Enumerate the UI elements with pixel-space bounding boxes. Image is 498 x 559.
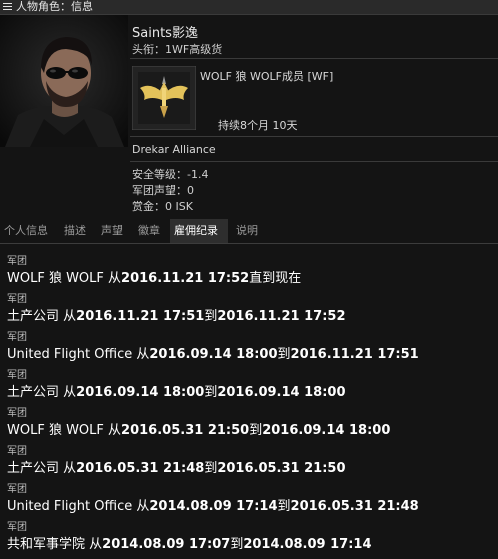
list-item: 军团 United Flight Office 从2014.08.09 17:1…	[0, 475, 498, 514]
entry-start: 2016.05.31 21:48	[76, 461, 205, 476]
corporation-duration: 持续8个月 10天	[218, 119, 298, 132]
entry-end: 2016.05.31 21:48	[290, 499, 419, 514]
entry-kind: 军团	[7, 256, 27, 267]
entry-start: 2016.09.14 18:00	[149, 347, 278, 362]
entry-from: 从	[63, 309, 77, 324]
window-titlebar: 人物角色：信息	[0, 0, 498, 15]
entry-from: 从	[136, 347, 150, 362]
entry-from: 从	[108, 271, 122, 286]
list-item: 军团 土产公司 从2016.11.21 17:51到2016.11.21 17:…	[0, 285, 498, 324]
entry-corp[interactable]: 土产公司	[7, 309, 59, 324]
bounty: 赏金：0 ISK	[132, 200, 193, 213]
security-status: 安全等级：-1.4	[132, 168, 209, 181]
entry-text: United Flight Office 从2014.08.09 17:14到2…	[7, 495, 419, 514]
pilot-portrait[interactable]	[0, 15, 128, 147]
entry-text: 土产公司 从2016.11.21 17:51到2016.11.21 17:52	[7, 305, 346, 324]
entry-end: 2016.09.14 18:00	[217, 385, 346, 400]
menu-icon[interactable]	[3, 0, 13, 14]
entry-from: 从	[136, 499, 150, 514]
entry-kind: 军团	[7, 332, 27, 343]
entry-start: 2016.09.14 18:00	[76, 385, 205, 400]
alliance-name[interactable]: Drekar Alliance	[132, 143, 216, 156]
tab-bar: 个人信息 描述 声望 徽章 雇佣纪录 说明	[0, 219, 498, 244]
entry-to: 到	[277, 347, 291, 362]
tab-personal-info[interactable]: 个人信息	[0, 219, 52, 243]
entry-kind: 军团	[7, 370, 27, 381]
entry-text: 共和军事学院 从2014.08.09 17:07到2014.08.09 17:1…	[7, 533, 372, 552]
entry-corp[interactable]: WOLF 狼 WOLF	[7, 423, 104, 438]
entry-end: 2016.11.21 17:51	[290, 347, 419, 362]
corp-standing: 军团声望：0	[132, 184, 194, 197]
entry-text: United Flight Office 从2016.09.14 18:00到2…	[7, 343, 419, 362]
pilot-name[interactable]: Saints影逸	[132, 22, 198, 41]
entry-to: 直到现在	[249, 271, 302, 286]
entry-start: 2016.11.21 17:51	[76, 309, 205, 324]
tab-employment-history[interactable]: 雇佣纪录	[170, 219, 228, 243]
entry-start: 2016.11.21 17:52	[121, 271, 250, 286]
entry-from: 从	[108, 423, 122, 438]
list-item: 军团 WOLF 狼 WOLF 从2016.05.31 21:50到2016.09…	[0, 399, 498, 438]
list-item: 军团 土产公司 从2016.05.31 21:48到2016.05.31 21:…	[0, 437, 498, 476]
entry-end: 2014.08.09 17:14	[243, 537, 372, 552]
entry-start: 2014.08.09 17:07	[102, 537, 231, 552]
entry-corp[interactable]: 共和军事学院	[7, 537, 85, 552]
entry-end: 2016.11.21 17:52	[217, 309, 346, 324]
entry-kind: 军团	[7, 294, 27, 305]
entry-text: 土产公司 从2016.05.31 21:48到2016.05.31 21:50	[7, 457, 346, 476]
entry-corp[interactable]: United Flight Office	[7, 499, 132, 514]
entry-from: 从	[63, 385, 77, 400]
eagle-icon	[131, 65, 197, 131]
list-item: 军团 WOLF 狼 WOLF 从2016.11.21 17:52直到现在	[0, 247, 498, 286]
entry-to: 到	[249, 423, 263, 438]
entry-end: 2016.05.31 21:50	[217, 461, 346, 476]
pilot-portrait-image	[0, 15, 128, 147]
entry-kind: 军团	[7, 522, 27, 533]
tab-description[interactable]: 描述	[60, 219, 90, 243]
entry-from: 从	[63, 461, 77, 476]
corporation-logo[interactable]	[131, 65, 197, 131]
entry-to: 到	[230, 537, 244, 552]
entry-corp[interactable]: United Flight Office	[7, 347, 132, 362]
entry-text: WOLF 狼 WOLF 从2016.05.31 21:50到2016.09.14…	[7, 419, 390, 438]
window-title: 人物角色：信息	[16, 0, 93, 13]
entry-kind: 军团	[7, 408, 27, 419]
entry-to: 到	[204, 309, 218, 324]
corporation-name[interactable]: WOLF 狼 WOLF成员 [WF]	[200, 68, 333, 84]
entry-to: 到	[277, 499, 291, 514]
entry-kind: 军团	[7, 484, 27, 495]
entry-text: 土产公司 从2016.09.14 18:00到2016.09.14 18:00	[7, 381, 346, 400]
list-item: 军团 共和军事学院 从2014.08.09 17:07到2014.08.09 1…	[0, 513, 498, 552]
corporation-row: WOLF 狼 WOLF成员 [WF] 持续8个月 10天	[130, 58, 498, 134]
entry-end: 2016.09.14 18:00	[262, 423, 391, 438]
tab-standings[interactable]: 声望	[97, 219, 127, 243]
entry-start: 2014.08.09 17:14	[149, 499, 278, 514]
entry-to: 到	[204, 461, 218, 476]
entry-kind: 军团	[7, 446, 27, 457]
tab-decorations[interactable]: 徽章	[134, 219, 164, 243]
entry-corp[interactable]: WOLF 狼 WOLF	[7, 271, 104, 286]
entry-from: 从	[89, 537, 103, 552]
entry-to: 到	[204, 385, 218, 400]
pilot-title: 头衔：1WF高级货	[132, 43, 223, 56]
list-item: 军团 United Flight Office 从2016.09.14 18:0…	[0, 323, 498, 362]
entry-corp[interactable]: 土产公司	[7, 385, 59, 400]
entry-text: WOLF 狼 WOLF 从2016.11.21 17:52直到现在	[7, 267, 301, 286]
divider	[130, 161, 498, 162]
entry-corp[interactable]: 土产公司	[7, 461, 59, 476]
divider	[130, 136, 498, 137]
tab-notes[interactable]: 说明	[232, 219, 262, 243]
list-item: 军团 土产公司 从2016.09.14 18:00到2016.09.14 18:…	[0, 361, 498, 400]
entry-start: 2016.05.31 21:50	[121, 423, 250, 438]
